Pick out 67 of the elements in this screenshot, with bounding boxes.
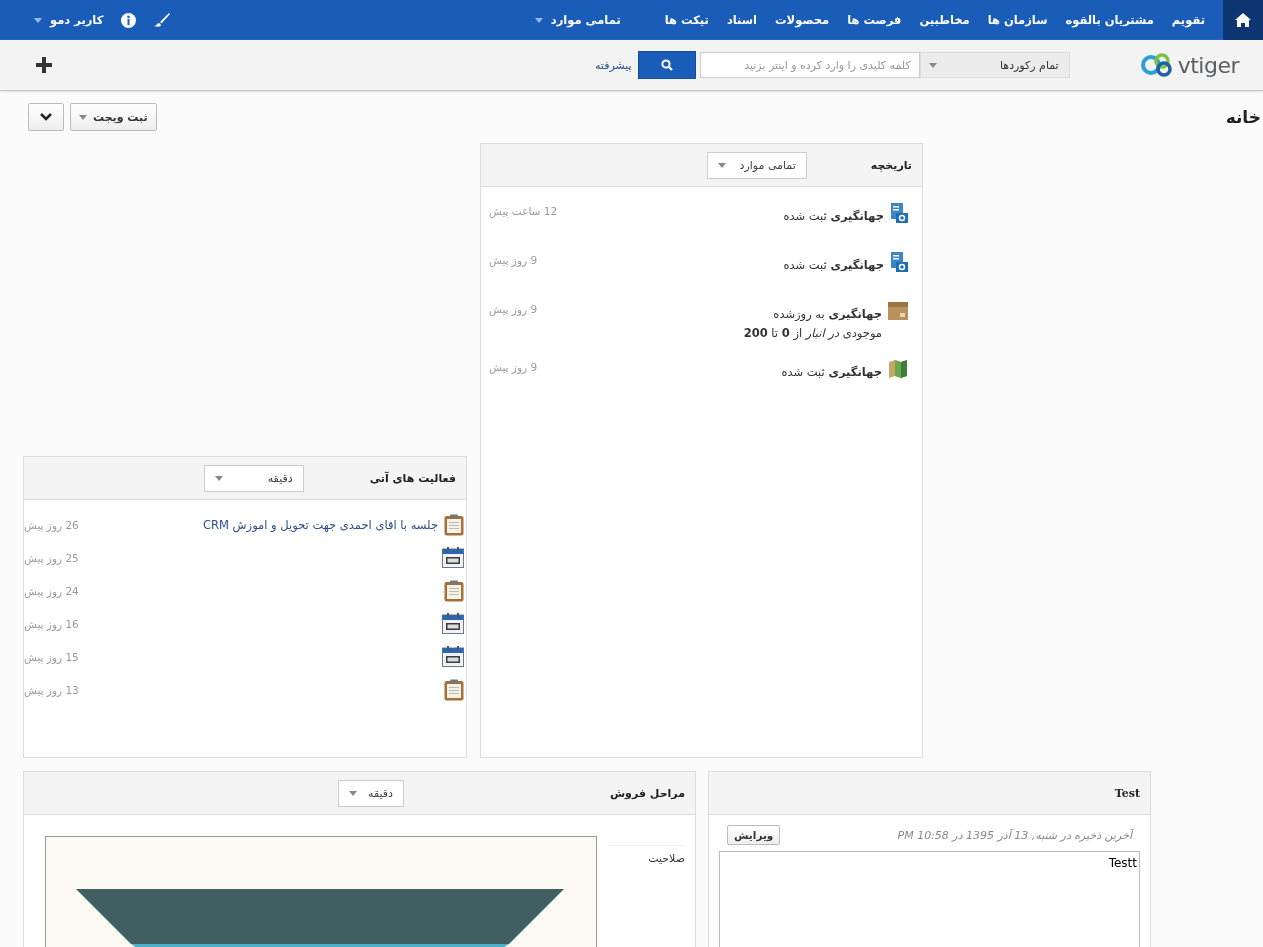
search-button[interactable] — [637, 51, 696, 79]
nav-link[interactable]: اسناد — [726, 13, 758, 27]
calendar-icon — [442, 613, 464, 634]
history-time: 9 روز پیش — [489, 303, 538, 315]
map-icon — [888, 359, 908, 379]
activity-time: 15 روز پیش — [24, 650, 79, 663]
clipboard-icon — [444, 513, 464, 536]
caret-icon — [534, 17, 543, 23]
nav-link[interactable]: فرصت ها — [847, 13, 902, 27]
widget-title: مراحل فروش — [609, 786, 685, 800]
document-icon — [890, 203, 908, 223]
clipboard-icon — [444, 678, 464, 701]
nav-dropdown[interactable]: تمامی موارد — [534, 13, 621, 27]
widget-title: Test — [1114, 786, 1140, 800]
nav-link[interactable]: مشتریان بالقوه — [1065, 13, 1154, 27]
activity-time: 26 روز پیش — [24, 518, 79, 531]
history-time: 12 ساعت پیش — [489, 205, 558, 217]
nav-link[interactable]: محصولات — [775, 13, 830, 27]
home-button[interactable] — [1223, 0, 1263, 40]
user-menu[interactable]: کاربر دمو — [34, 13, 104, 27]
widget-title: تاریخچه — [870, 158, 912, 172]
document-icon — [890, 252, 908, 272]
filter-dropdown[interactable]: دقیقه — [337, 779, 404, 807]
history-entry: جهانگیری ثبت شده — [783, 208, 884, 225]
scope-dropdown[interactable]: تمام رکوردها — [919, 52, 1070, 78]
activity-link[interactable]: جلسه با اقای احمدی جهت تحویل و اموزش CRM — [202, 517, 438, 532]
caret-icon — [928, 62, 937, 68]
nav-link[interactable]: سازمان ها — [987, 13, 1048, 27]
calendar-icon — [442, 646, 464, 667]
advanced-search-link[interactable]: پیشرفته — [594, 58, 632, 72]
clipboard-icon — [444, 579, 464, 602]
nav-link[interactable]: تقویم — [1171, 13, 1205, 27]
calendar-icon — [442, 547, 464, 568]
activity-time: 25 روز پیش — [24, 551, 79, 564]
caret-icon — [214, 475, 223, 481]
history-time: 9 روز پیش — [489, 361, 538, 373]
home-icon — [1235, 13, 1251, 27]
nav-link[interactable]: مخاطبین — [919, 13, 970, 27]
caret-icon — [717, 162, 726, 168]
add-icon[interactable] — [36, 57, 52, 73]
info-icon[interactable] — [121, 12, 137, 28]
brush-icon[interactable] — [154, 13, 171, 27]
chevron-down-icon — [40, 113, 52, 121]
activity-time: 13 روز پیش — [24, 683, 79, 696]
logo-text: vtiger — [1177, 52, 1239, 78]
stage-label: صلاحیت — [648, 852, 685, 867]
filter-dropdown[interactable]: دقیقه — [203, 464, 304, 492]
history-entry: جهانگیری ثبت شده — [783, 257, 884, 274]
caret-icon — [34, 17, 42, 23]
caret-icon — [79, 114, 87, 120]
box-icon — [888, 301, 908, 321]
add-widget-button[interactable]: ثبت ویجت — [70, 103, 157, 131]
history-entry: جهانگیری به روزشده — [772, 306, 882, 323]
caret-icon — [348, 790, 357, 796]
history-time: 9 روز پیش — [489, 254, 538, 266]
collapse-button[interactable] — [28, 103, 64, 131]
notes-field[interactable]: Testt — [719, 851, 1140, 947]
history-entry: جهانگیری ثبت شده — [781, 364, 882, 381]
widget-title: فعالیت های آتی — [369, 471, 456, 485]
page-title: خانه — [1225, 107, 1261, 127]
activity-time: 24 روز پیش — [24, 584, 79, 597]
search-icon — [660, 59, 673, 71]
nav-link[interactable]: تیکت ها — [664, 13, 709, 27]
filter-dropdown[interactable]: تمامی موارد — [706, 151, 807, 179]
search-field[interactable]: کلمه کلیدی را وارد کرده و اینتر بزنید — [699, 52, 920, 78]
activity-time: 16 روز پیش — [24, 617, 79, 630]
edit-button[interactable]: ویرایش — [727, 825, 781, 845]
